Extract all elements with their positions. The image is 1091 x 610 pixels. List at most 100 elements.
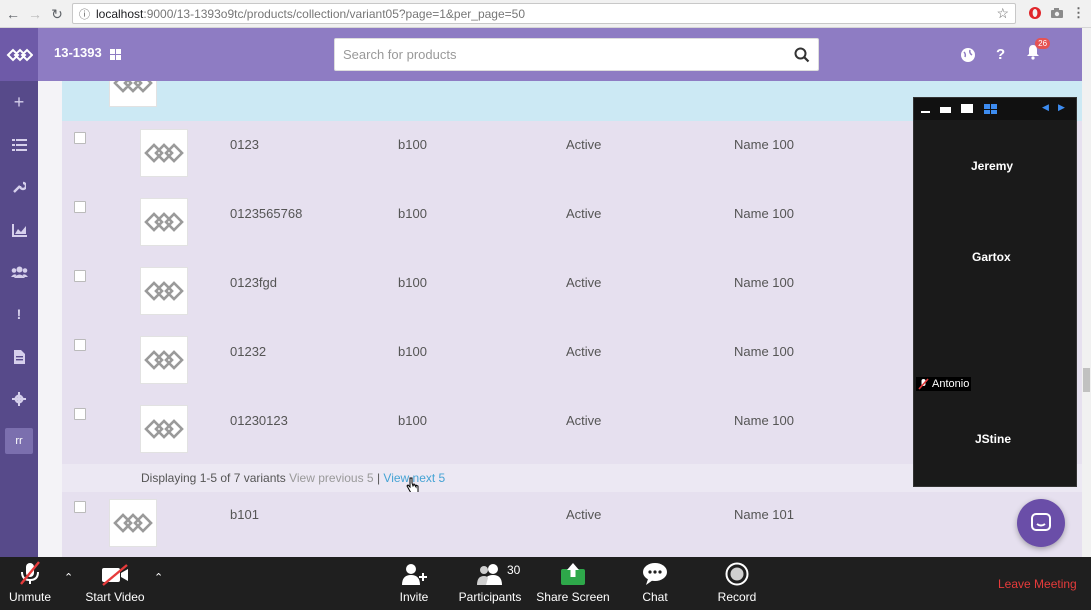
medium-view-icon[interactable] — [961, 104, 973, 113]
table-row[interactable]: b101 Active Name 101 — [62, 492, 1082, 557]
variant-status: Active — [566, 507, 602, 522]
star-icon[interactable]: ☆ — [996, 5, 1009, 22]
variant-name: Name 100 — [734, 137, 794, 152]
row-checkbox[interactable] — [74, 270, 86, 282]
opera-icon[interactable] — [1028, 6, 1042, 20]
next-page-icon[interactable]: ▶ — [1058, 102, 1065, 113]
camera-icon[interactable] — [1050, 6, 1064, 20]
product-thumbnail[interactable] — [140, 405, 188, 453]
document-icon[interactable] — [0, 342, 38, 372]
variant-sku[interactable]: 0123fgd — [230, 275, 277, 290]
row-checkbox[interactable] — [74, 201, 86, 213]
meeting-toolbar: Unmute ⌃ Start Video ⌃ Invite Participan… — [0, 557, 1091, 610]
minimize-view-icon[interactable] — [921, 111, 930, 113]
sidebar: + ! rr — [0, 81, 38, 557]
variant-status: Active — [566, 206, 602, 221]
notification-badge: 26 — [1035, 38, 1051, 49]
url-path: :9000/13-1393o9tc/products/collection/va… — [143, 6, 526, 21]
users-icon[interactable] — [0, 257, 38, 287]
variant-name: Name 100 — [734, 413, 794, 428]
audio-options-icon[interactable]: ⌃ — [64, 571, 73, 584]
variant-status: Active — [566, 275, 602, 290]
variant-sku[interactable]: 01230123 — [230, 413, 288, 428]
product-thumbnail[interactable] — [109, 499, 157, 547]
muted-mic-icon — [918, 378, 929, 390]
variant-code: b100 — [398, 344, 427, 359]
chat-button[interactable]: Chat — [638, 557, 672, 610]
address-bar[interactable]: ⓘ localhost:9000/13-1393o9tc/products/co… — [72, 3, 1016, 24]
scrollbar-thumb[interactable] — [1083, 368, 1090, 392]
search-box[interactable] — [334, 38, 819, 71]
participants-video-panel: ◀ ▶ Jeremy Gartox Antonio JStine — [913, 97, 1077, 487]
app-logo[interactable] — [0, 28, 38, 81]
mic-muted-icon — [20, 561, 40, 585]
product-thumbnail[interactable] — [140, 336, 188, 384]
leave-meeting-button[interactable]: Leave Meeting — [998, 577, 1077, 591]
row-checkbox[interactable] — [74, 132, 86, 144]
record-label: Record — [717, 590, 757, 604]
unmute-button[interactable]: Unmute — [4, 557, 56, 610]
pager-text: Displaying 1-5 of 7 variants View previo… — [141, 471, 445, 485]
product-thumbnail[interactable] — [140, 267, 188, 315]
participant-name: Gartox — [972, 250, 1011, 264]
variant-status: Active — [566, 413, 602, 428]
search-icon[interactable] — [794, 47, 810, 63]
url-host: localhost — [96, 6, 144, 21]
grid-icon[interactable] — [110, 49, 121, 60]
page-scrollbar[interactable] — [1082, 28, 1091, 557]
video-options-icon[interactable]: ⌃ — [154, 571, 163, 584]
start-video-button[interactable]: Start Video — [84, 557, 146, 610]
support-chat-button[interactable] — [1017, 499, 1065, 547]
video-off-icon — [102, 564, 128, 586]
variant-code: b100 — [398, 275, 427, 290]
globe-icon[interactable] — [960, 47, 976, 63]
invite-label: Invite — [399, 590, 429, 604]
store-name[interactable]: 13-1393 — [54, 45, 102, 60]
info-icon: ⓘ — [79, 8, 90, 21]
row-checkbox[interactable] — [74, 408, 86, 420]
variant-code: b100 — [398, 413, 427, 428]
chart-icon[interactable] — [0, 215, 38, 245]
variant-code: b100 — [398, 206, 427, 221]
view-previous-link[interactable]: View previous 5 — [289, 471, 374, 485]
search-input[interactable] — [335, 39, 775, 70]
variant-name: Name 101 — [734, 507, 794, 522]
plus-icon[interactable]: + — [0, 87, 38, 117]
invite-button[interactable]: Invite — [396, 557, 432, 610]
help-icon[interactable]: ? — [996, 46, 1005, 63]
panel-toolbar: ◀ ▶ — [914, 98, 1076, 120]
variant-sku[interactable]: 0123565768 — [230, 206, 302, 221]
back-icon[interactable]: ← — [2, 3, 24, 25]
exclamation-icon[interactable]: ! — [0, 299, 38, 329]
record-button[interactable]: Record — [716, 557, 758, 610]
notifications[interactable]: 26 — [1025, 38, 1051, 65]
prev-page-icon[interactable]: ◀ — [1042, 102, 1049, 113]
reload-icon[interactable]: ↻ — [46, 3, 68, 25]
product-thumbnail[interactable] — [140, 198, 188, 246]
invite-icon — [402, 564, 427, 585]
share-screen-button[interactable]: Share Screen — [536, 557, 610, 610]
variant-sku[interactable]: 0123 — [230, 137, 259, 152]
row-checkbox[interactable] — [74, 339, 86, 351]
variant-status: Active — [566, 137, 602, 152]
forward-icon[interactable]: → — [24, 3, 46, 25]
record-icon — [725, 562, 749, 586]
product-thumbnail[interactable] — [140, 129, 188, 177]
list-icon[interactable] — [0, 130, 38, 160]
participants-count: 30 — [507, 563, 521, 577]
browser-extensions: ⋮ — [1028, 5, 1085, 21]
browser-toolbar: ← → ↻ ⓘ localhost:9000/13-1393o9tc/produ… — [0, 0, 1091, 28]
pager-summary: Displaying 1-5 of 7 variants — [141, 471, 286, 485]
row-checkbox[interactable] — [74, 501, 86, 513]
wrench-icon[interactable] — [0, 172, 38, 202]
variant-sku[interactable]: b101 — [230, 507, 259, 522]
product-thumbnail[interactable] — [109, 81, 157, 107]
sidebar-item-active[interactable]: rr — [5, 428, 33, 454]
gallery-view-icon[interactable] — [984, 104, 997, 114]
variant-sku[interactable]: 01232 — [230, 344, 266, 359]
screen: ← → ↻ ⓘ localhost:9000/13-1393o9tc/produ… — [0, 0, 1091, 610]
menu-icon[interactable]: ⋮ — [1072, 5, 1085, 21]
small-view-icon[interactable] — [940, 107, 951, 113]
gear-icon[interactable] — [0, 384, 38, 414]
chat-bubble-icon — [1031, 513, 1051, 531]
